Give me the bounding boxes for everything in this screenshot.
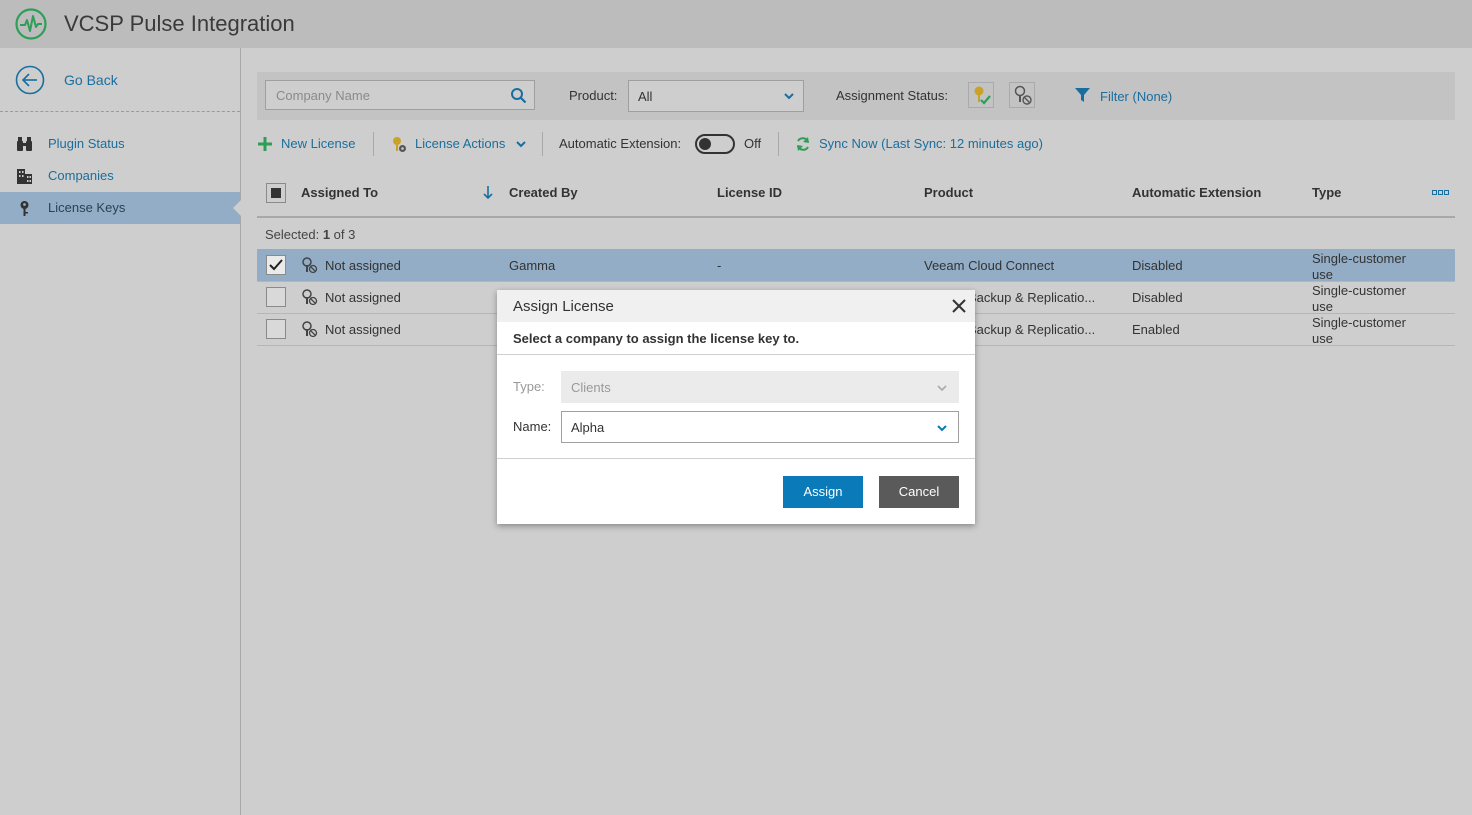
- filter-bar: Product: All Assignment Status: Filter (…: [257, 72, 1455, 120]
- cell-type: Single-customer use: [1312, 315, 1406, 346]
- app-header: VCSP Pulse Integration: [0, 0, 1472, 48]
- cancel-button[interactable]: Cancel: [879, 476, 959, 508]
- type-label: Type:: [513, 379, 545, 394]
- sidebar-item-label: Companies: [48, 168, 114, 183]
- sidebar: Go Back Plugin Status Companies License …: [0, 48, 241, 815]
- unassigned-key-icon: [302, 321, 318, 338]
- selection-info: Selected: 1 of 3: [265, 227, 356, 242]
- sidebar-item-companies[interactable]: Companies: [0, 160, 240, 192]
- auto-extension-state: Off: [744, 136, 762, 151]
- table-header: Assigned To Created By License ID Produc…: [257, 176, 1455, 218]
- cell-assigned-to: Not assigned: [325, 290, 401, 305]
- column-header-license-id[interactable]: License ID: [717, 185, 782, 200]
- indeterminate-mark: [271, 188, 281, 198]
- go-back-label: Go Back: [64, 72, 118, 88]
- checkmark-icon: [269, 259, 283, 271]
- name-select[interactable]: Alpha: [561, 411, 959, 443]
- column-header-automatic-extension[interactable]: Automatic Extension: [1132, 185, 1261, 200]
- cell-product: Veeam Cloud Connect: [924, 258, 1055, 273]
- filter-link-label: Filter (None): [1100, 89, 1173, 104]
- sidebar-item-label: Plugin Status: [48, 136, 125, 151]
- table-row[interactable]: Not assigned Gamma - Veeam Cloud Connect…: [257, 249, 1455, 282]
- name-select-value: Alpha: [571, 420, 605, 435]
- product-select-value: All: [638, 89, 653, 104]
- row-checkbox[interactable]: [266, 319, 286, 339]
- dialog-instructions: Select a company to assign the license k…: [513, 331, 800, 346]
- unassigned-key-icon: [302, 289, 318, 306]
- divider: [497, 458, 975, 459]
- new-license-label: New License: [281, 136, 356, 151]
- license-actions-label: License Actions: [415, 136, 506, 151]
- cell-product: Backup & Replicatio...: [968, 322, 1096, 337]
- license-toolbar: New License License Actions Automatic Ex…: [257, 128, 1455, 160]
- unassigned-key-icon: [1009, 82, 1035, 108]
- sync-now-label: Sync Now (Last Sync: 12 minutes ago): [819, 136, 1043, 151]
- cell-created-by: Gamma: [509, 258, 556, 273]
- assign-license-dialog: Assign License Select a company to assig…: [497, 290, 975, 524]
- sort-descending-icon[interactable]: [483, 186, 493, 200]
- auto-extension-toggle[interactable]: [695, 134, 735, 154]
- auto-extension-label: Automatic Extension:: [559, 136, 682, 151]
- key-gear-icon: [393, 137, 406, 152]
- cell-type: Single-customer use: [1312, 251, 1406, 282]
- row-checkbox[interactable]: [266, 255, 286, 275]
- row-checkbox[interactable]: [266, 287, 286, 307]
- sidebar-item-license-keys[interactable]: License Keys: [0, 192, 241, 224]
- back-arrow-icon: [15, 65, 45, 95]
- chevron-down-icon: [516, 141, 526, 148]
- search-icon[interactable]: [510, 87, 527, 104]
- not-assigned-status-toggle[interactable]: [1009, 82, 1035, 108]
- company-search-input[interactable]: [274, 87, 508, 104]
- column-header-product[interactable]: Product: [924, 185, 973, 200]
- company-search-box: [265, 80, 535, 110]
- cell-type: Single-customer use: [1312, 283, 1406, 314]
- cell-assigned-to: Not assigned: [325, 258, 401, 273]
- name-label: Name:: [513, 419, 552, 434]
- sidebar-item-plugin-status[interactable]: Plugin Status: [0, 128, 240, 160]
- product-label: Product:: [569, 88, 618, 103]
- column-header-assigned-to[interactable]: Assigned To: [301, 185, 378, 200]
- assign-button[interactable]: Assign: [783, 476, 863, 508]
- dialog-title: Assign License: [513, 298, 614, 315]
- select-all-checkbox[interactable]: [266, 183, 286, 203]
- column-header-type[interactable]: Type: [1312, 185, 1341, 200]
- pulse-logo-icon: [15, 8, 47, 40]
- chevron-down-icon: [937, 385, 947, 392]
- divider: [497, 354, 975, 355]
- unassigned-key-icon: [302, 257, 318, 274]
- sync-icon: [797, 137, 809, 151]
- cell-assigned-to: Not assigned: [325, 322, 401, 337]
- type-select: Clients: [561, 371, 959, 403]
- assigned-key-icon: [968, 82, 994, 108]
- binoculars-icon: [17, 137, 32, 151]
- cell-product: Backup & Replicatio...: [968, 290, 1096, 305]
- toolbar-separator: [373, 132, 374, 156]
- go-back-button[interactable]: Go Back: [0, 48, 240, 112]
- cell-automatic-extension: Enabled: [1132, 322, 1180, 337]
- assignment-status-label: Assignment Status:: [836, 88, 948, 103]
- plus-icon: [258, 137, 272, 151]
- column-options-icon[interactable]: [1432, 189, 1450, 197]
- assigned-status-toggle[interactable]: [968, 82, 994, 108]
- cell-automatic-extension: Disabled: [1132, 290, 1183, 305]
- product-select[interactable]: All: [628, 80, 804, 112]
- toolbar-separator: [778, 132, 779, 156]
- type-select-value: Clients: [571, 380, 611, 395]
- building-icon: [17, 169, 32, 184]
- funnel-icon: [1075, 88, 1090, 102]
- close-icon[interactable]: [951, 298, 967, 314]
- cell-license-id: -: [717, 258, 722, 273]
- chevron-down-icon: [937, 425, 947, 432]
- toolbar-separator: [542, 132, 543, 156]
- app-title: VCSP Pulse Integration: [64, 11, 295, 36]
- sidebar-item-label: License Keys: [48, 200, 126, 215]
- key-icon: [20, 201, 29, 216]
- chevron-down-icon: [784, 93, 794, 100]
- column-header-created-by[interactable]: Created By: [509, 185, 578, 200]
- toggle-knob: [699, 138, 711, 150]
- cell-automatic-extension: Disabled: [1132, 258, 1183, 273]
